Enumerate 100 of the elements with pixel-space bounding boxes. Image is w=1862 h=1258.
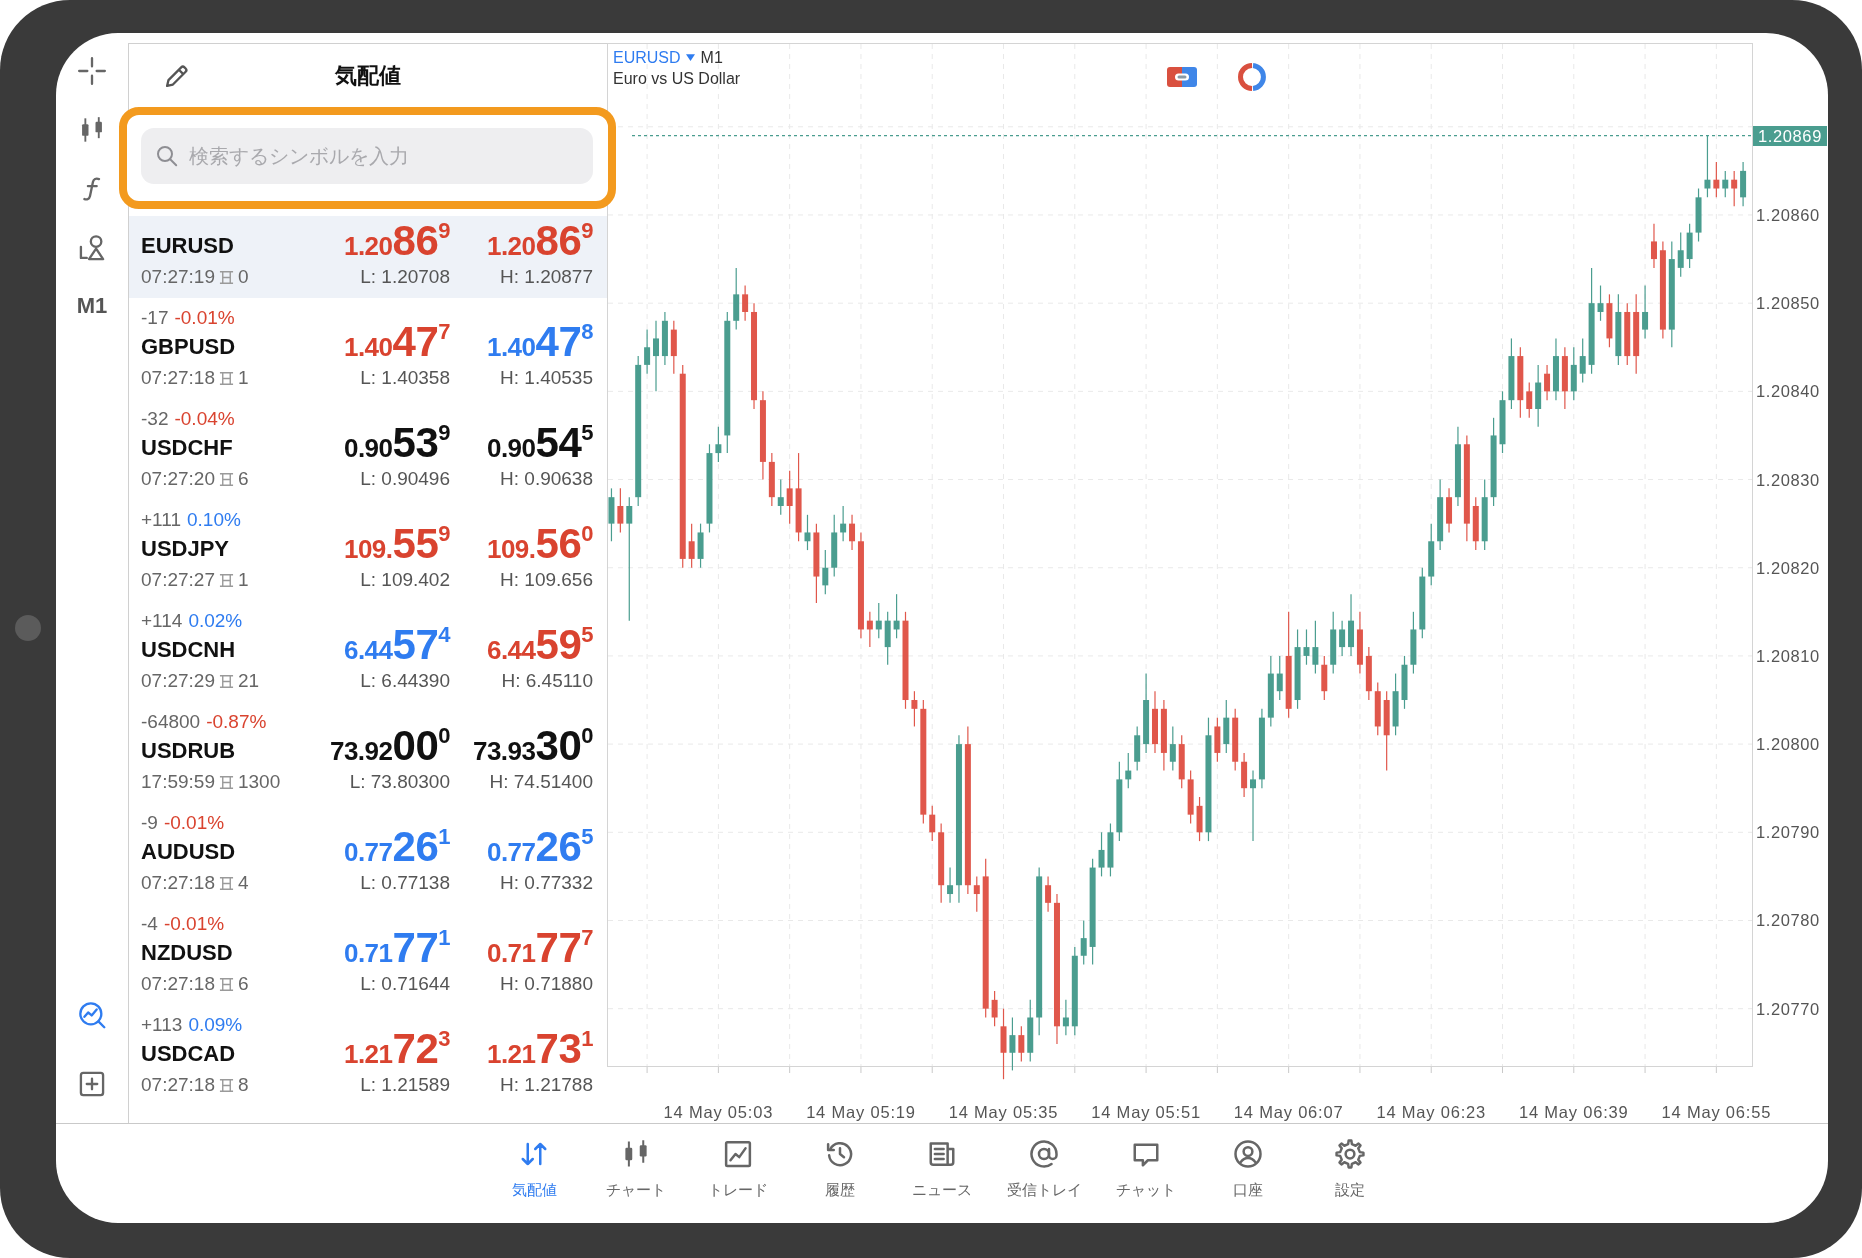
add-icon[interactable] [78,1070,106,1098]
quote-time: 17:59:59 [141,771,215,793]
ring-icon[interactable] [1238,63,1266,91]
symbol-name: USDCHF [141,435,233,461]
change-percent: 0.10% [187,509,241,531]
symbol-description: Euro vs US Dollar [613,69,741,89]
timeframe-button[interactable]: M1 [76,293,108,319]
time-axis-label: 14 May 05:03 [663,1103,774,1121]
candlestick [991,990,998,1027]
candlestick [1312,620,1319,675]
user-circle-icon [1233,1139,1263,1169]
line-chart-icon [723,1139,753,1169]
candlestick [1169,725,1176,772]
candlestick [893,593,900,639]
nav-tab[interactable]: 履歴 [789,1124,891,1223]
nav-tab[interactable]: 受信トレイ [993,1124,1095,1223]
candlestick [1045,875,1052,913]
candlestick [1722,170,1729,198]
shapes-icon[interactable] [78,234,106,262]
quote-time: 07:27:18 [141,973,215,995]
nav-tab[interactable]: チャット [1095,1124,1197,1223]
search-field[interactable]: 検索するシンボルを入力 [141,128,593,184]
nav-tab[interactable]: ニュース [891,1124,993,1223]
candlestick [1677,232,1684,278]
change-percent: -0.04% [174,408,235,430]
candlestick [1642,284,1649,340]
camera-dot-icon [15,615,41,641]
settings-icon [1335,1139,1365,1169]
price-axis-label: 1.20850 [1756,294,1820,313]
symbol-name: NZDUSD [141,940,233,966]
high-price: H: 0.71880 [500,973,593,995]
change-points: -4 [141,913,158,935]
spread-icon [217,976,235,992]
spread-value: 1 [237,367,249,389]
price-axis-label: 1.20840 [1756,382,1820,401]
high-price: H: 1.21788 [500,1074,593,1096]
change-points: -17 [141,307,169,329]
candlestick [1579,337,1586,384]
spread-value: 1300 [237,771,281,793]
quote-time: 07:27:20 [141,468,215,490]
nav-tab[interactable]: 口座 [1197,1124,1299,1223]
time-axis-label: 14 May 06:07 [1233,1103,1344,1121]
panel-title: 気配値 [335,61,401,90]
candlestick [1125,752,1132,789]
low-price: L: 1.40358 [360,367,450,389]
nav-tab[interactable]: 気配値 [483,1124,585,1223]
spread-value: 1 [237,569,249,591]
symbol-selector[interactable]: EURUSD [613,47,695,68]
spread-icon [217,875,235,891]
spread-value: 6 [237,973,249,995]
candlestick [1303,628,1310,666]
spread-icon [217,370,235,386]
search-icon [155,144,179,168]
spread-value: 0 [237,266,249,288]
price-axis-label: 1.20820 [1756,558,1820,577]
candlestick [866,611,873,648]
time-axis-label: 14 May 05:51 [1091,1103,1201,1121]
symbol-name: USDCAD [141,1041,236,1067]
candlestick [1276,655,1283,701]
low-price: L: 73.80300 [349,771,450,793]
spread-icon [217,673,235,689]
spread-icon [217,572,235,588]
quote-time: 07:27:18 [141,367,215,389]
candlestick [1704,135,1711,198]
candlestick [840,505,847,542]
candlestick [1650,223,1657,269]
quote-time: 07:27:27 [141,569,215,591]
nav-tab[interactable]: 設定 [1299,1124,1401,1223]
change-points: -64800 [141,711,201,733]
timeframe-label: M1 [700,48,723,68]
time-axis-label: 14 May 05:35 [948,1103,1059,1121]
candlestick [875,602,882,639]
candlestick [1731,170,1738,207]
quote-time: 07:27:18 [141,1074,215,1096]
high-price: H: 0.77332 [500,872,593,894]
change-points: -32 [141,408,169,430]
time-axis-label: 14 May 05:19 [806,1103,916,1121]
change-percent: -0.01% [163,812,225,834]
trade-toggle-icon[interactable] [1167,67,1197,87]
candlestick [1544,364,1551,401]
spread-value: 4 [237,872,249,894]
nav-tab[interactable]: チャート [585,1124,687,1223]
chart-search-icon[interactable] [78,1001,106,1029]
candlestick [688,523,695,569]
candlestick [804,514,811,551]
change-points: +113 [141,1014,183,1036]
low-price: L: 0.90496 [360,468,450,490]
spread-icon [217,1077,235,1093]
candlestick [1339,620,1346,657]
low-price: L: 0.77138 [360,872,450,894]
crosshair-icon[interactable] [78,57,106,85]
nav-tab[interactable]: トレード [687,1124,789,1223]
candlestick [777,478,784,516]
high-price: H: 74.51400 [489,771,593,793]
candlestick [849,514,856,551]
price-axis-label: 1.20780 [1756,911,1820,930]
candlestick [1250,769,1257,842]
candlestick [626,496,633,622]
history-icon [825,1139,855,1169]
time-axis-label: 14 May 06:23 [1376,1103,1486,1121]
